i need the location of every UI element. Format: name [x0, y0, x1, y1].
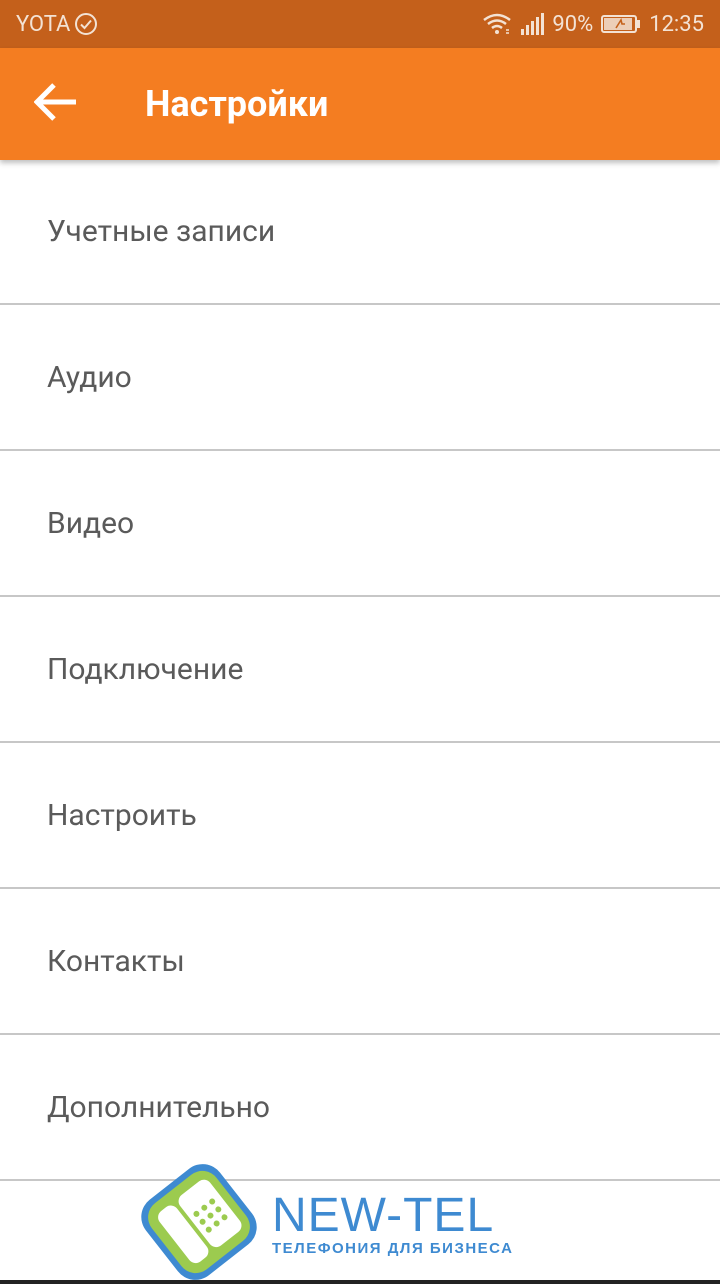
carrier-check-icon: [74, 12, 98, 36]
settings-item-video[interactable]: Видео: [0, 451, 720, 597]
signal-icon: [520, 13, 545, 35]
settings-item-customize[interactable]: Настроить: [0, 743, 720, 889]
brand-name: NEW-TEL: [272, 1189, 495, 1242]
settings-item-audio[interactable]: Аудио: [0, 305, 720, 451]
settings-item-label: Подключение: [47, 651, 244, 687]
settings-item-connection[interactable]: Подключение: [0, 597, 720, 743]
battery-icon: [601, 14, 641, 34]
phone-logo-icon: [141, 1164, 257, 1280]
clock: 12:35: [649, 11, 704, 37]
settings-item-accounts[interactable]: Учетные записи: [0, 160, 720, 305]
settings-item-contacts[interactable]: Контакты: [0, 889, 720, 1035]
arrow-back-icon: [33, 82, 78, 126]
wifi-icon: [482, 12, 512, 36]
settings-item-label: Дополнительно: [47, 1089, 271, 1125]
app-bar: Настройки: [0, 48, 720, 160]
carrier-name: YOTA: [16, 11, 71, 37]
status-right: 90% 12:35: [482, 12, 704, 37]
bottom-edge: [0, 1280, 720, 1284]
status-bar: YOTA 90% 12:35: [0, 0, 720, 48]
battery-percent: 90%: [552, 11, 594, 37]
brand-logo: NEW-TEL ТЕЛЕФОНИЯ ДЛЯ БИЗНЕСА: [0, 1160, 720, 1284]
settings-item-label: Контакты: [47, 943, 185, 979]
brand-tagline: ТЕЛЕФОНИЯ ДЛЯ БИЗНЕСА: [272, 1240, 514, 1257]
settings-item-label: Аудио: [47, 359, 132, 395]
status-left: YOTA: [16, 12, 98, 37]
page-title: Настройки: [145, 83, 329, 125]
settings-item-label: Настроить: [47, 797, 197, 833]
settings-list: Учетные записи Аудио Видео Подключение Н…: [0, 160, 720, 1181]
settings-item-label: Учетные записи: [47, 214, 276, 249]
settings-item-label: Видео: [47, 505, 135, 541]
back-button[interactable]: [0, 48, 112, 160]
